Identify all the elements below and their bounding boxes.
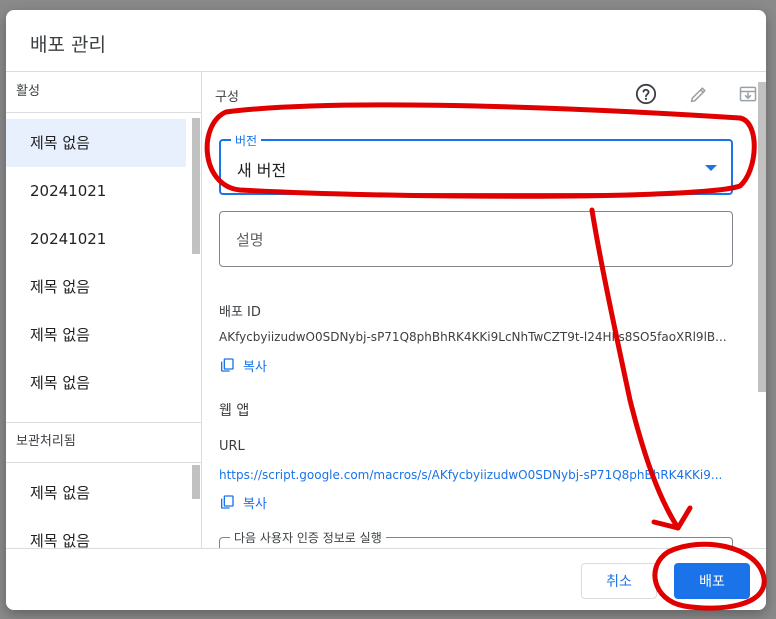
- config-scrollbar[interactable]: [758, 82, 766, 392]
- deployment-item[interactable]: 제목 없음: [6, 263, 186, 311]
- archived-list-scrollbar[interactable]: [192, 465, 200, 499]
- copy-label: 복사: [243, 359, 267, 375]
- version-value: 새 버전: [237, 161, 287, 180]
- deployment-item[interactable]: 제목 없음: [6, 359, 186, 407]
- deploy-button[interactable]: 배포: [674, 563, 750, 599]
- active-section-header: 활성: [16, 84, 40, 99]
- copy-url-button[interactable]: 복사: [219, 492, 267, 512]
- help-icon[interactable]: [630, 78, 662, 110]
- archived-item[interactable]: 제목 없음: [6, 517, 186, 548]
- config-label: 구성: [215, 90, 239, 105]
- section-divider: [6, 112, 201, 113]
- edit-icon[interactable]: [683, 78, 715, 110]
- chevron-down-icon: [705, 165, 717, 171]
- active-list-scrollbar[interactable]: [192, 118, 200, 254]
- version-label: 버전: [231, 132, 262, 149]
- configuration-panel: 구성 버전 새 버전 설명 배포 ID AKfycbyiizudwO0SDNyb…: [203, 72, 766, 548]
- description-input[interactable]: 설명: [219, 211, 733, 267]
- dialog-footer: 취소 배포: [6, 549, 766, 610]
- description-placeholder: 설명: [236, 231, 264, 249]
- version-select[interactable]: 버전 새 버전: [219, 132, 733, 195]
- deploy-id-value: AKfycbyiizudwO0SDNybj-sP71Q8phBhRK4KKi9L…: [219, 330, 727, 344]
- copy-icon: [221, 495, 234, 509]
- deploy-id-label: 배포 ID: [219, 305, 261, 320]
- section-divider: [6, 462, 201, 463]
- run-as-label: 다음 사용자 인증 정보로 실행: [230, 529, 386, 546]
- cancel-button[interactable]: 취소: [581, 563, 657, 599]
- copy-icon: [221, 358, 234, 372]
- archived-item[interactable]: 제목 없음: [6, 469, 186, 517]
- deployment-item[interactable]: 20241021: [6, 215, 186, 263]
- archived-section-header: 보관처리됨: [16, 434, 76, 449]
- deployment-item[interactable]: 20241021: [6, 167, 186, 215]
- url-label: URL: [219, 439, 245, 454]
- manage-deployments-dialog: 배포 관리 활성 제목 없음 20241021 20241021 제목 없음 제…: [6, 10, 766, 610]
- web-app-title: 웹 앱: [219, 403, 250, 419]
- deployments-list-panel: 활성 제목 없음 20241021 20241021 제목 없음 제목 없음 제…: [6, 72, 202, 548]
- copy-deploy-id-button[interactable]: 복사: [219, 355, 267, 375]
- copy-label: 복사: [243, 496, 267, 512]
- web-app-url-link[interactable]: https://script.google.com/macros/s/AKfyc…: [219, 468, 733, 482]
- run-as-select[interactable]: 다음 사용자 인증 정보로 실행: [219, 529, 733, 548]
- dialog-title: 배포 관리: [30, 34, 106, 56]
- deployment-item[interactable]: 제목 없음: [6, 311, 186, 359]
- deployment-item[interactable]: 제목 없음: [6, 119, 186, 167]
